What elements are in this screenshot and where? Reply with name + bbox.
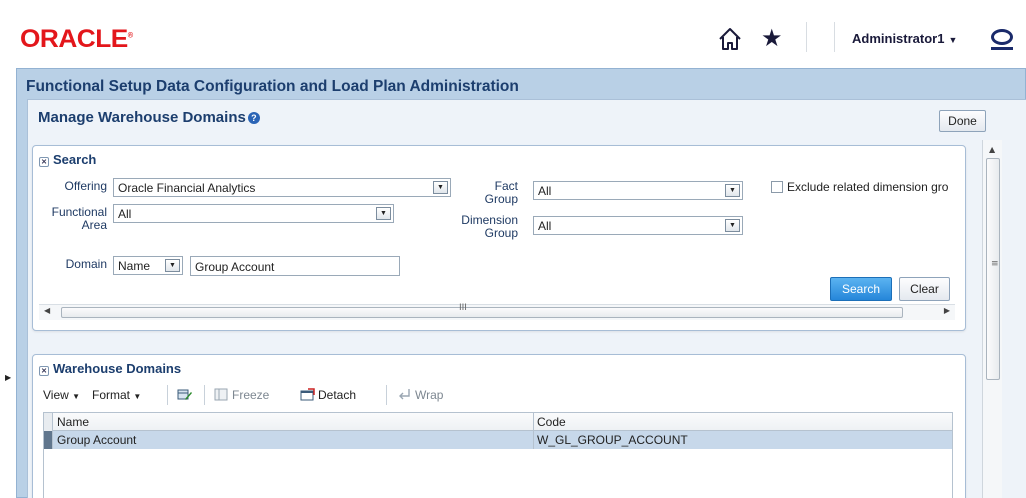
caret-down-icon: ▼ bbox=[948, 35, 958, 45]
format-menu[interactable]: Format ▼ bbox=[92, 388, 141, 402]
column-divider[interactable] bbox=[533, 413, 534, 449]
chevron-down-icon: ▼ bbox=[165, 259, 180, 272]
domain-operator-select[interactable]: Name ▼ bbox=[113, 256, 183, 275]
page-vertical-scrollbar[interactable]: ▲ ≡ bbox=[982, 140, 1002, 498]
table-row[interactable]: Group Account W_GL_GROUP_ACCOUNT bbox=[44, 431, 952, 449]
header-divider bbox=[834, 22, 835, 52]
edit-table-icon bbox=[177, 389, 192, 400]
table-header-row: Name Code bbox=[44, 413, 952, 431]
toolbar-divider bbox=[204, 385, 205, 405]
fact-group-label: Fact Group bbox=[484, 179, 518, 206]
edit-columns-button[interactable] bbox=[177, 388, 195, 402]
collapse-icon[interactable]: ✕ bbox=[39, 366, 49, 376]
search-button[interactable]: Search bbox=[830, 277, 892, 301]
warehouse-domains-table: Name Code Group Account W_GL_GROUP_ACCOU… bbox=[43, 412, 953, 498]
clear-button[interactable]: Clear bbox=[899, 277, 950, 301]
caret-down-icon: ▼ bbox=[72, 392, 81, 401]
offering-select[interactable]: Oracle Financial Analytics ▼ bbox=[113, 178, 451, 197]
favorites-star-icon[interactable]: ★ bbox=[761, 24, 783, 52]
scroll-left-icon[interactable]: ◀ bbox=[44, 306, 50, 315]
chevron-down-icon: ▼ bbox=[433, 181, 448, 194]
search-section: ✕ Search Offering Oracle Financial Analyt… bbox=[32, 145, 966, 331]
oracle-logo[interactable]: ORACLE® bbox=[20, 25, 133, 54]
warehouse-domains-header[interactable]: ✕ Warehouse Domains bbox=[39, 361, 181, 376]
warehouse-domains-section: ✕ Warehouse Domains View ▼ Format ▼ Freez… bbox=[32, 354, 966, 498]
scroll-up-icon[interactable]: ▲ bbox=[989, 145, 995, 154]
chevron-down-icon: ▼ bbox=[725, 184, 740, 197]
toolbar-divider bbox=[386, 385, 387, 405]
wrap-button[interactable]: Wrap bbox=[397, 388, 443, 402]
scroll-right-icon[interactable]: ▶ bbox=[944, 306, 950, 315]
dimension-group-select[interactable]: All ▼ bbox=[533, 216, 743, 235]
page-title: Manage Warehouse Domains? bbox=[38, 109, 260, 126]
app-title: Functional Setup Data Configuration and … bbox=[26, 78, 519, 95]
chevron-down-icon: ▼ bbox=[376, 207, 391, 220]
toolbar-divider bbox=[167, 385, 168, 405]
user-menu[interactable]: Administrator1 ▼ bbox=[852, 31, 957, 46]
panel-splitter[interactable]: ▶ bbox=[0, 352, 14, 410]
wrap-icon bbox=[399, 389, 410, 400]
detach-icon bbox=[300, 388, 315, 401]
oracle-ring-icon[interactable] bbox=[991, 29, 1013, 50]
row-selector[interactable] bbox=[44, 431, 53, 449]
chevron-down-icon: ▼ bbox=[725, 219, 740, 232]
domain-input[interactable]: Group Account bbox=[190, 256, 400, 276]
functional-area-select[interactable]: All ▼ bbox=[113, 204, 394, 223]
cell-code: W_GL_GROUP_ACCOUNT bbox=[537, 433, 688, 447]
column-header-name[interactable]: Name bbox=[57, 415, 89, 429]
collapse-icon[interactable]: ✕ bbox=[39, 157, 49, 167]
home-icon[interactable] bbox=[717, 26, 743, 52]
global-header: ORACLE® ★ Administrator1 ▼ bbox=[0, 0, 1026, 68]
search-horizontal-scrollbar[interactable]: ◀ III ▶ bbox=[39, 303, 955, 320]
scrollbar-thumb[interactable] bbox=[61, 307, 903, 318]
exclude-related-checkbox[interactable] bbox=[771, 181, 783, 193]
content-panel: Manage Warehouse Domains? Done ✕ Search O… bbox=[27, 99, 1026, 498]
functional-area-label: Functional Area bbox=[51, 205, 107, 232]
freeze-button[interactable]: Freeze bbox=[214, 388, 269, 402]
done-button[interactable]: Done bbox=[939, 110, 986, 132]
column-header-code[interactable]: Code bbox=[537, 415, 566, 429]
main-region: Functional Setup Data Configuration and … bbox=[16, 68, 1026, 498]
exclude-related-label: Exclude related dimension gro bbox=[787, 181, 949, 194]
scrollbar-thumb[interactable]: ≡ bbox=[986, 158, 1000, 380]
fact-group-select[interactable]: All ▼ bbox=[533, 181, 743, 200]
caret-down-icon: ▼ bbox=[133, 392, 142, 401]
cell-name: Group Account bbox=[57, 433, 137, 447]
freeze-icon bbox=[214, 388, 228, 401]
header-divider bbox=[806, 22, 807, 52]
detach-button[interactable]: Detach bbox=[300, 388, 356, 402]
offering-label: Offering bbox=[64, 179, 107, 193]
domain-label: Domain bbox=[65, 257, 107, 271]
expand-right-icon[interactable]: ▶ bbox=[5, 373, 11, 382]
help-icon[interactable]: ? bbox=[247, 112, 260, 124]
scroll-grip-icon: III bbox=[459, 303, 467, 313]
search-header[interactable]: ✕ Search bbox=[39, 152, 96, 167]
scroll-grip-icon: ≡ bbox=[991, 259, 999, 269]
dimension-group-label: Dimension Group bbox=[461, 213, 518, 240]
view-menu[interactable]: View ▼ bbox=[43, 388, 80, 402]
